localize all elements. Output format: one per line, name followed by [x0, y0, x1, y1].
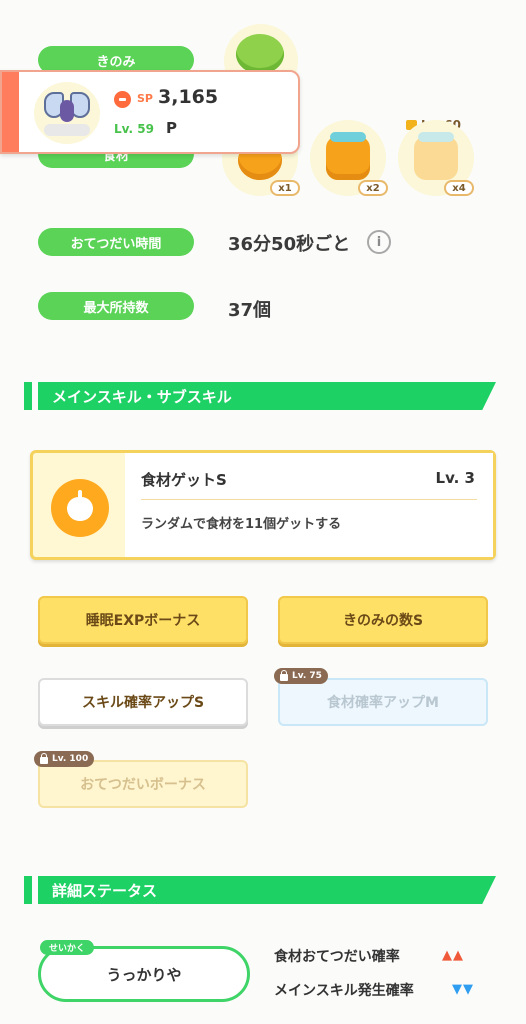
sp-icon — [114, 91, 131, 108]
lock-icon — [40, 752, 48, 764]
info-icon[interactable]: i — [367, 230, 391, 254]
lock-icon — [280, 669, 288, 681]
honey-jar-icon — [414, 132, 458, 180]
ingredient-3-multiplier: x4 — [444, 180, 474, 196]
sub-skill-helping-bonus[interactable]: おてつだいボーナス — [38, 760, 248, 808]
skills-section-header: メインスキル・サブスキル — [24, 382, 496, 410]
stat-down-arrows: ▼▼ — [452, 982, 474, 997]
main-skill-level: Lv. 3 — [435, 469, 475, 487]
card-accent-stripe — [2, 72, 19, 152]
pokemon-avatar — [34, 82, 100, 144]
section-title: メインスキル・サブスキル — [52, 388, 232, 406]
divider — [141, 499, 477, 500]
ingredient-2-multiplier: x2 — [358, 180, 388, 196]
pokemon-level: Lv. 59 — [114, 122, 154, 136]
section-title: 詳細ステータス — [52, 882, 158, 900]
lock-tag-lv75: Lv. 75 — [274, 668, 328, 684]
honey-jar-icon — [326, 132, 370, 180]
nature-effect-up: 食材おてつだい確率 — [274, 949, 400, 965]
main-skill-name: 食材ゲットS — [141, 471, 227, 489]
sp-label: SP — [137, 92, 153, 105]
details-section-header: 詳細ステータス — [24, 876, 496, 904]
main-skill-description: ランダムで食材を11個ゲットする — [141, 517, 342, 532]
stat-up-arrows: ▲▲ — [442, 948, 464, 963]
berry-icon — [236, 34, 284, 74]
pokemon-card[interactable]: SP 3,165 Lv. 59 P — [0, 70, 300, 154]
nature-value: うっかりや — [106, 965, 182, 984]
sub-skill-berry-count[interactable]: きのみの数S — [278, 596, 488, 644]
max-carry-label: 最大所持数 — [38, 292, 194, 320]
sub-skill-skill-trigger-up[interactable]: スキル確率アップS — [38, 678, 248, 726]
apple-icon — [51, 479, 109, 537]
sub-skill-sleep-exp-bonus[interactable]: 睡眠EXPボーナス — [38, 596, 248, 644]
help-time-value: 36分50秒ごと — [228, 234, 351, 255]
max-carry-value: 37個 — [228, 300, 272, 321]
nature-effect-down: メインスキル発生確率 — [274, 983, 414, 999]
nature-tag: せいかく — [40, 940, 95, 955]
help-time-label: おてつだい時間 — [38, 228, 194, 256]
ingredient-1-multiplier: x1 — [270, 180, 300, 196]
pokemon-name-partial: P — [166, 119, 177, 137]
sub-skill-ingredient-finder[interactable]: 食材確率アップM — [278, 678, 488, 726]
lock-tag-lv100: Lv. 100 — [34, 751, 95, 767]
sp-value: 3,165 — [158, 86, 219, 108]
main-skill-card[interactable]: 食材ゲットS Lv. 3 ランダムで食材を11個ゲットする — [30, 450, 496, 560]
